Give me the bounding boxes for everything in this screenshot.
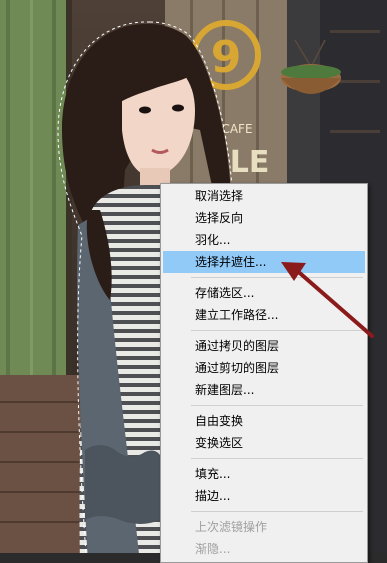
sign-text-cafe: CAFE [221, 122, 252, 136]
menu-item[interactable]: 变换选区 [163, 432, 365, 454]
menu-item[interactable]: 通过剪切的图层 [163, 357, 365, 379]
menu-separator [191, 405, 363, 406]
menu-item[interactable]: 选择反向 [163, 207, 365, 229]
menu-item[interactable]: 选择并遮住... [163, 251, 365, 273]
context-menu: 取消选择 选择反向 羽化... 选择并遮住... 存储选区... 建立工作路径... 通过拷… [160, 183, 368, 563]
menu-separator [191, 511, 363, 512]
menu-item[interactable]: 取消选择 [163, 185, 365, 207]
menu-separator [191, 277, 363, 278]
sign-number: 9 [211, 32, 242, 83]
menu-item[interactable]: 通过拷贝的图层 [163, 335, 365, 357]
menu-item[interactable]: 填充... [163, 463, 365, 485]
menu-separator [191, 330, 363, 331]
menu-item[interactable]: 新建图层... [163, 379, 365, 401]
menu-item: 上次滤镜操作 [195, 520, 268, 534]
menu-item[interactable]: 羽化... [163, 229, 365, 251]
menu-item[interactable]: 建立工作路径... [163, 304, 365, 326]
menu-item: 渐隐... [195, 542, 231, 556]
menu-item[interactable]: 自由变换 [163, 410, 365, 432]
menu-separator [191, 458, 363, 459]
menu-item[interactable]: 存储选区... [163, 282, 365, 304]
menu-item[interactable]: 描边... [163, 485, 365, 507]
